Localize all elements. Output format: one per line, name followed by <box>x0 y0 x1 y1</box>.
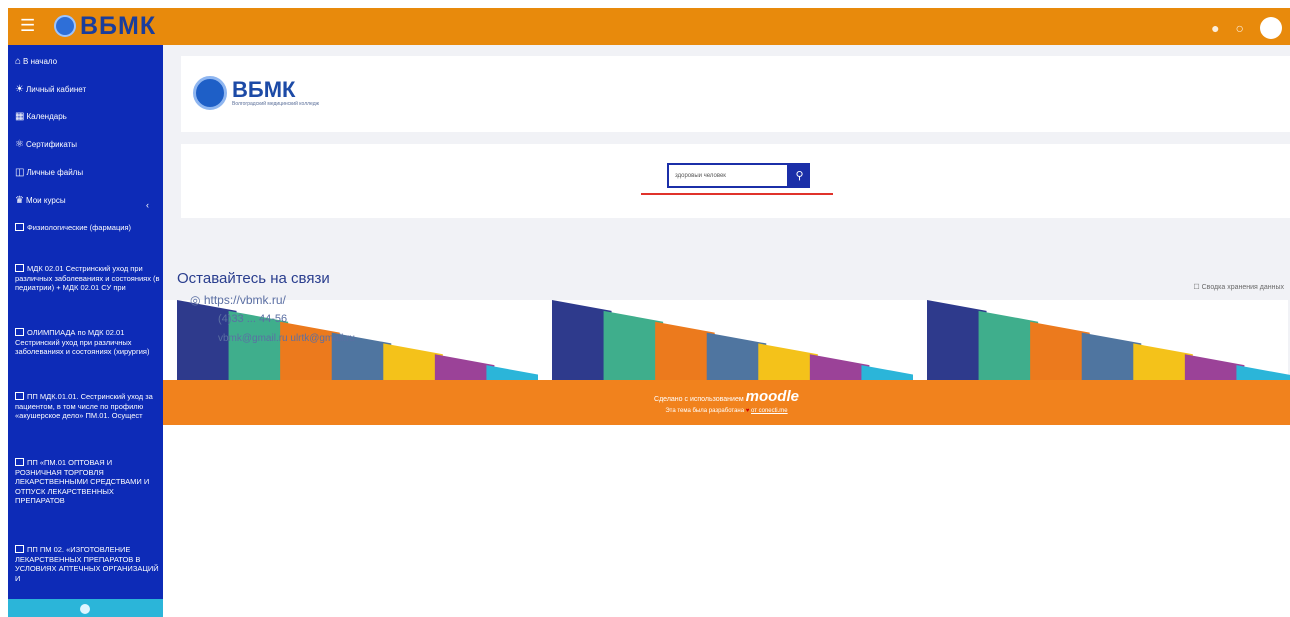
sidebar-course-item[interactable]: МДК 02.01 Сестринский уход при различных… <box>15 264 160 293</box>
chat-icon[interactable]: ○ <box>1236 20 1244 36</box>
course-icon <box>15 392 24 400</box>
sidebar-course-item[interactable]: ОЛИМПИАДА по МДК 02.01 Сестринский уход … <box>15 328 160 357</box>
page: ☰ ВБМК ● ○ ⌂ В начало ☀ Личный кабинет ▦ Ка… <box>0 0 1290 617</box>
made-with-text: Сделано с использованием <box>654 396 744 403</box>
site-link-text: https://vbmk.ru/ <box>203 293 286 307</box>
course-label: ПП МДК.01.01. Сестринский уход за пациен… <box>15 392 153 420</box>
annotation-underline <box>641 193 833 195</box>
sidebar-item-label: Личный кабинет <box>25 85 87 94</box>
hamburger-icon[interactable]: ☰ <box>20 17 35 35</box>
course-icon <box>15 264 24 272</box>
top-navbar: ☰ ВБМК ● ○ <box>8 8 1290 45</box>
course-label: Физиологические (фармация) <box>27 223 132 232</box>
navbar-actions: ● ○ <box>1211 17 1282 39</box>
course-icon <box>15 458 24 466</box>
sidebar-item-certificates[interactable]: ⚛ Сертификаты <box>15 140 77 150</box>
home-icon: ⌂ <box>15 56 22 67</box>
sidebar-item-home[interactable]: ⌂ В начало <box>15 57 57 67</box>
stripe-band <box>978 310 1039 380</box>
course-icon <box>15 545 24 553</box>
chevron-left-icon[interactable]: ‹ <box>146 200 149 210</box>
stripe-band <box>552 300 612 380</box>
sidebar-course-item[interactable]: Физиологические (фармация) <box>15 223 160 233</box>
sidebar-item-my-courses[interactable]: ♛ Мои курсы <box>15 196 66 206</box>
certificate-icon: ⚛ <box>15 139 24 150</box>
sidebar-course-item[interactable]: ПП ПМ 02. «ИЗГОТОВЛЕНИЕ ЛЕКАРСТВЕННЫХ ПР… <box>15 545 160 583</box>
search-button[interactable]: ⚲ <box>789 163 810 188</box>
logo-globe-icon <box>54 15 76 37</box>
sidebar-item-label: Календарь <box>26 112 67 121</box>
contact-email[interactable]: vbmk@gmail.ru ulrtk@gmail.ru <box>218 333 355 344</box>
heart-icon: ♥ <box>745 408 750 414</box>
contact-phone: (4)33 ... 44-56 <box>218 313 288 325</box>
stripe-band <box>603 310 664 380</box>
sidebar: ⌂ В начало ☀ Личный кабинет ▦ Календарь ⚛ Се… <box>8 45 163 617</box>
sidebar-course-item[interactable]: ПП МДК.01.01. Сестринский уход за пациен… <box>15 392 160 421</box>
stripe-band <box>927 300 987 380</box>
course-label: ПП «ПМ.01 ОПТОВАЯ И РОЗНИЧНАЯ ТОРГОВЛЯ Л… <box>15 458 150 505</box>
scroll-indicator-icon[interactable] <box>80 604 90 614</box>
site-logo-subtitle: Волгоградский медицинский колледж <box>232 101 319 107</box>
search-input[interactable] <box>667 163 789 188</box>
sidebar-item-label: Сертификаты <box>25 140 78 149</box>
credit-line: Эта тема была разработана ♥ от conecti.m… <box>163 408 1290 414</box>
search-card: ⚲ <box>181 144 1290 218</box>
sidebar-footer <box>8 599 163 617</box>
made-with-line: Сделано с использованием moodle <box>163 388 1290 405</box>
summary-link-text: Сводка хранения данных <box>1201 284 1284 291</box>
bell-icon[interactable]: ● <box>1211 20 1219 36</box>
course-label: ПП ПМ 02. «ИЗГОТОВЛЕНИЕ ЛЕКАРСТВЕННЫХ ПР… <box>15 545 159 583</box>
sidebar-item-label: В начало <box>23 57 58 66</box>
search-icon: ⚲ <box>795 170 804 182</box>
navbar-logo-text: ВБМК <box>80 11 157 40</box>
logo-globe-icon <box>193 76 227 110</box>
course-icon <box>15 223 24 231</box>
sidebar-item-calendar[interactable]: ▦ Календарь <box>15 112 67 122</box>
course-label: МДК 02.01 Сестринский уход при различных… <box>15 264 160 292</box>
site-link[interactable]: ◎ https://vbmk.ru/ <box>190 293 286 307</box>
file-icon: ☐ <box>1193 284 1202 291</box>
sidebar-course-item[interactable]: ПП «ПМ.01 ОПТОВАЯ И РОЗНИЧНАЯ ТОРГОВЛЯ Л… <box>15 458 160 506</box>
course-label: ОЛИМПИАДА по МДК 02.01 Сестринский уход … <box>15 328 150 356</box>
file-icon: ◫ <box>15 167 25 178</box>
avatar[interactable] <box>1260 17 1282 39</box>
sidebar-item-label: Личные файлы <box>26 168 84 177</box>
search-form: ⚲ <box>667 163 810 188</box>
contact-title: Оставайтесь на связи <box>177 270 330 287</box>
sidebar-item-label: Мои курсы <box>25 196 66 205</box>
moodle-logo[interactable]: moodle <box>746 388 799 405</box>
sidebar-item-dashboard[interactable]: ☀ Личный кабинет <box>15 85 86 95</box>
conecti-link[interactable]: от conecti.me <box>751 408 788 414</box>
header-card: ВБМК Волгоградский медицинский колледж <box>181 56 1290 132</box>
course-icon <box>15 328 24 336</box>
globe-icon: ◎ <box>190 293 204 307</box>
site-logo[interactable]: ВБМК Волгоградский медицинский колледж <box>193 76 319 110</box>
dashboard-icon: ☀ <box>15 84 24 95</box>
sidebar-item-files[interactable]: ◫ Личные файлы <box>15 168 83 178</box>
credit-prefix: Эта тема была разработана <box>665 408 745 414</box>
data-summary-link[interactable]: ☐ Сводка хранения данных <box>1193 283 1284 291</box>
calendar-icon: ▦ <box>15 111 25 122</box>
site-logo-text: ВБМК <box>232 77 296 102</box>
navbar-logo[interactable]: ВБМК <box>54 12 156 40</box>
graduation-cap-icon: ♛ <box>15 195 24 206</box>
footer-band: Сделано с использованием moodle Эта тема… <box>163 380 1290 425</box>
